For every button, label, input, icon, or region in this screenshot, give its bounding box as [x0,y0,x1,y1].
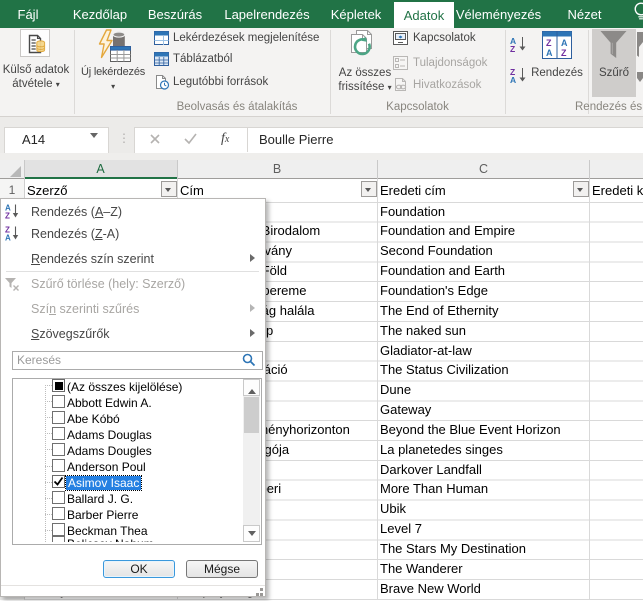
svg-text:A: A [561,38,568,48]
svg-text:Z: Z [546,38,552,48]
svg-text:A: A [546,48,553,58]
svg-text:Z: Z [510,44,515,53]
svg-text:A: A [510,75,516,84]
svg-text:Z: Z [561,48,567,58]
svg-text:A: A [5,234,11,242]
svg-text:Z: Z [5,212,10,220]
